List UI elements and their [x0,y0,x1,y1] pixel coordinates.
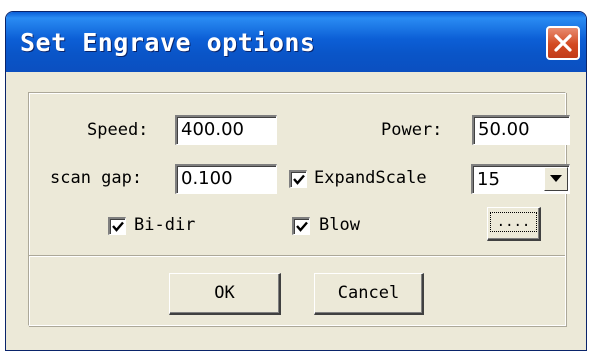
dropdown-button[interactable] [544,167,568,191]
chevron-down-icon [550,175,562,182]
speed-field[interactable]: 400.00 [175,115,277,145]
title-bar[interactable]: Set Engrave options [6,12,586,72]
power-field[interactable]: 50.00 [472,115,570,145]
speed-label: Speed: [87,120,149,140]
blow-checkbox[interactable] [292,217,310,235]
scan-gap-label: scan gap: [50,168,143,188]
bidir-label: Bi-dir [134,215,196,235]
options-group: Speed: 400.00 Power: 50.00 scan gap: 0.1… [28,92,570,326]
checkmark-icon [293,174,305,185]
expand-scale-label: ExpandScale [314,168,427,188]
checkmark-icon [296,221,308,232]
blow-label: Blow [319,215,360,235]
window-title: Set Engrave options [20,28,316,57]
group-divider [29,255,565,257]
checkmark-icon [112,221,124,232]
power-label: Power: [381,120,443,140]
bidir-checkbox[interactable] [108,217,126,235]
cancel-button[interactable]: Cancel [314,273,424,315]
ok-button[interactable]: OK [169,273,281,315]
expand-scale-checkbox[interactable] [289,170,307,188]
dialog-body: Speed: 400.00 Power: 50.00 scan gap: 0.1… [6,72,586,350]
close-x-icon [554,34,572,52]
browse-button[interactable]: .... [487,207,541,241]
expand-scale-select[interactable]: 15 [471,164,570,194]
browse-label: .... [489,212,538,232]
set-engrave-options-dialog: Set Engrave options Speed: 400.00 Power:… [5,11,587,351]
scan-gap-field[interactable]: 0.100 [175,164,277,194]
close-button[interactable] [546,26,580,60]
expand-scale-value: 15 [477,169,500,190]
